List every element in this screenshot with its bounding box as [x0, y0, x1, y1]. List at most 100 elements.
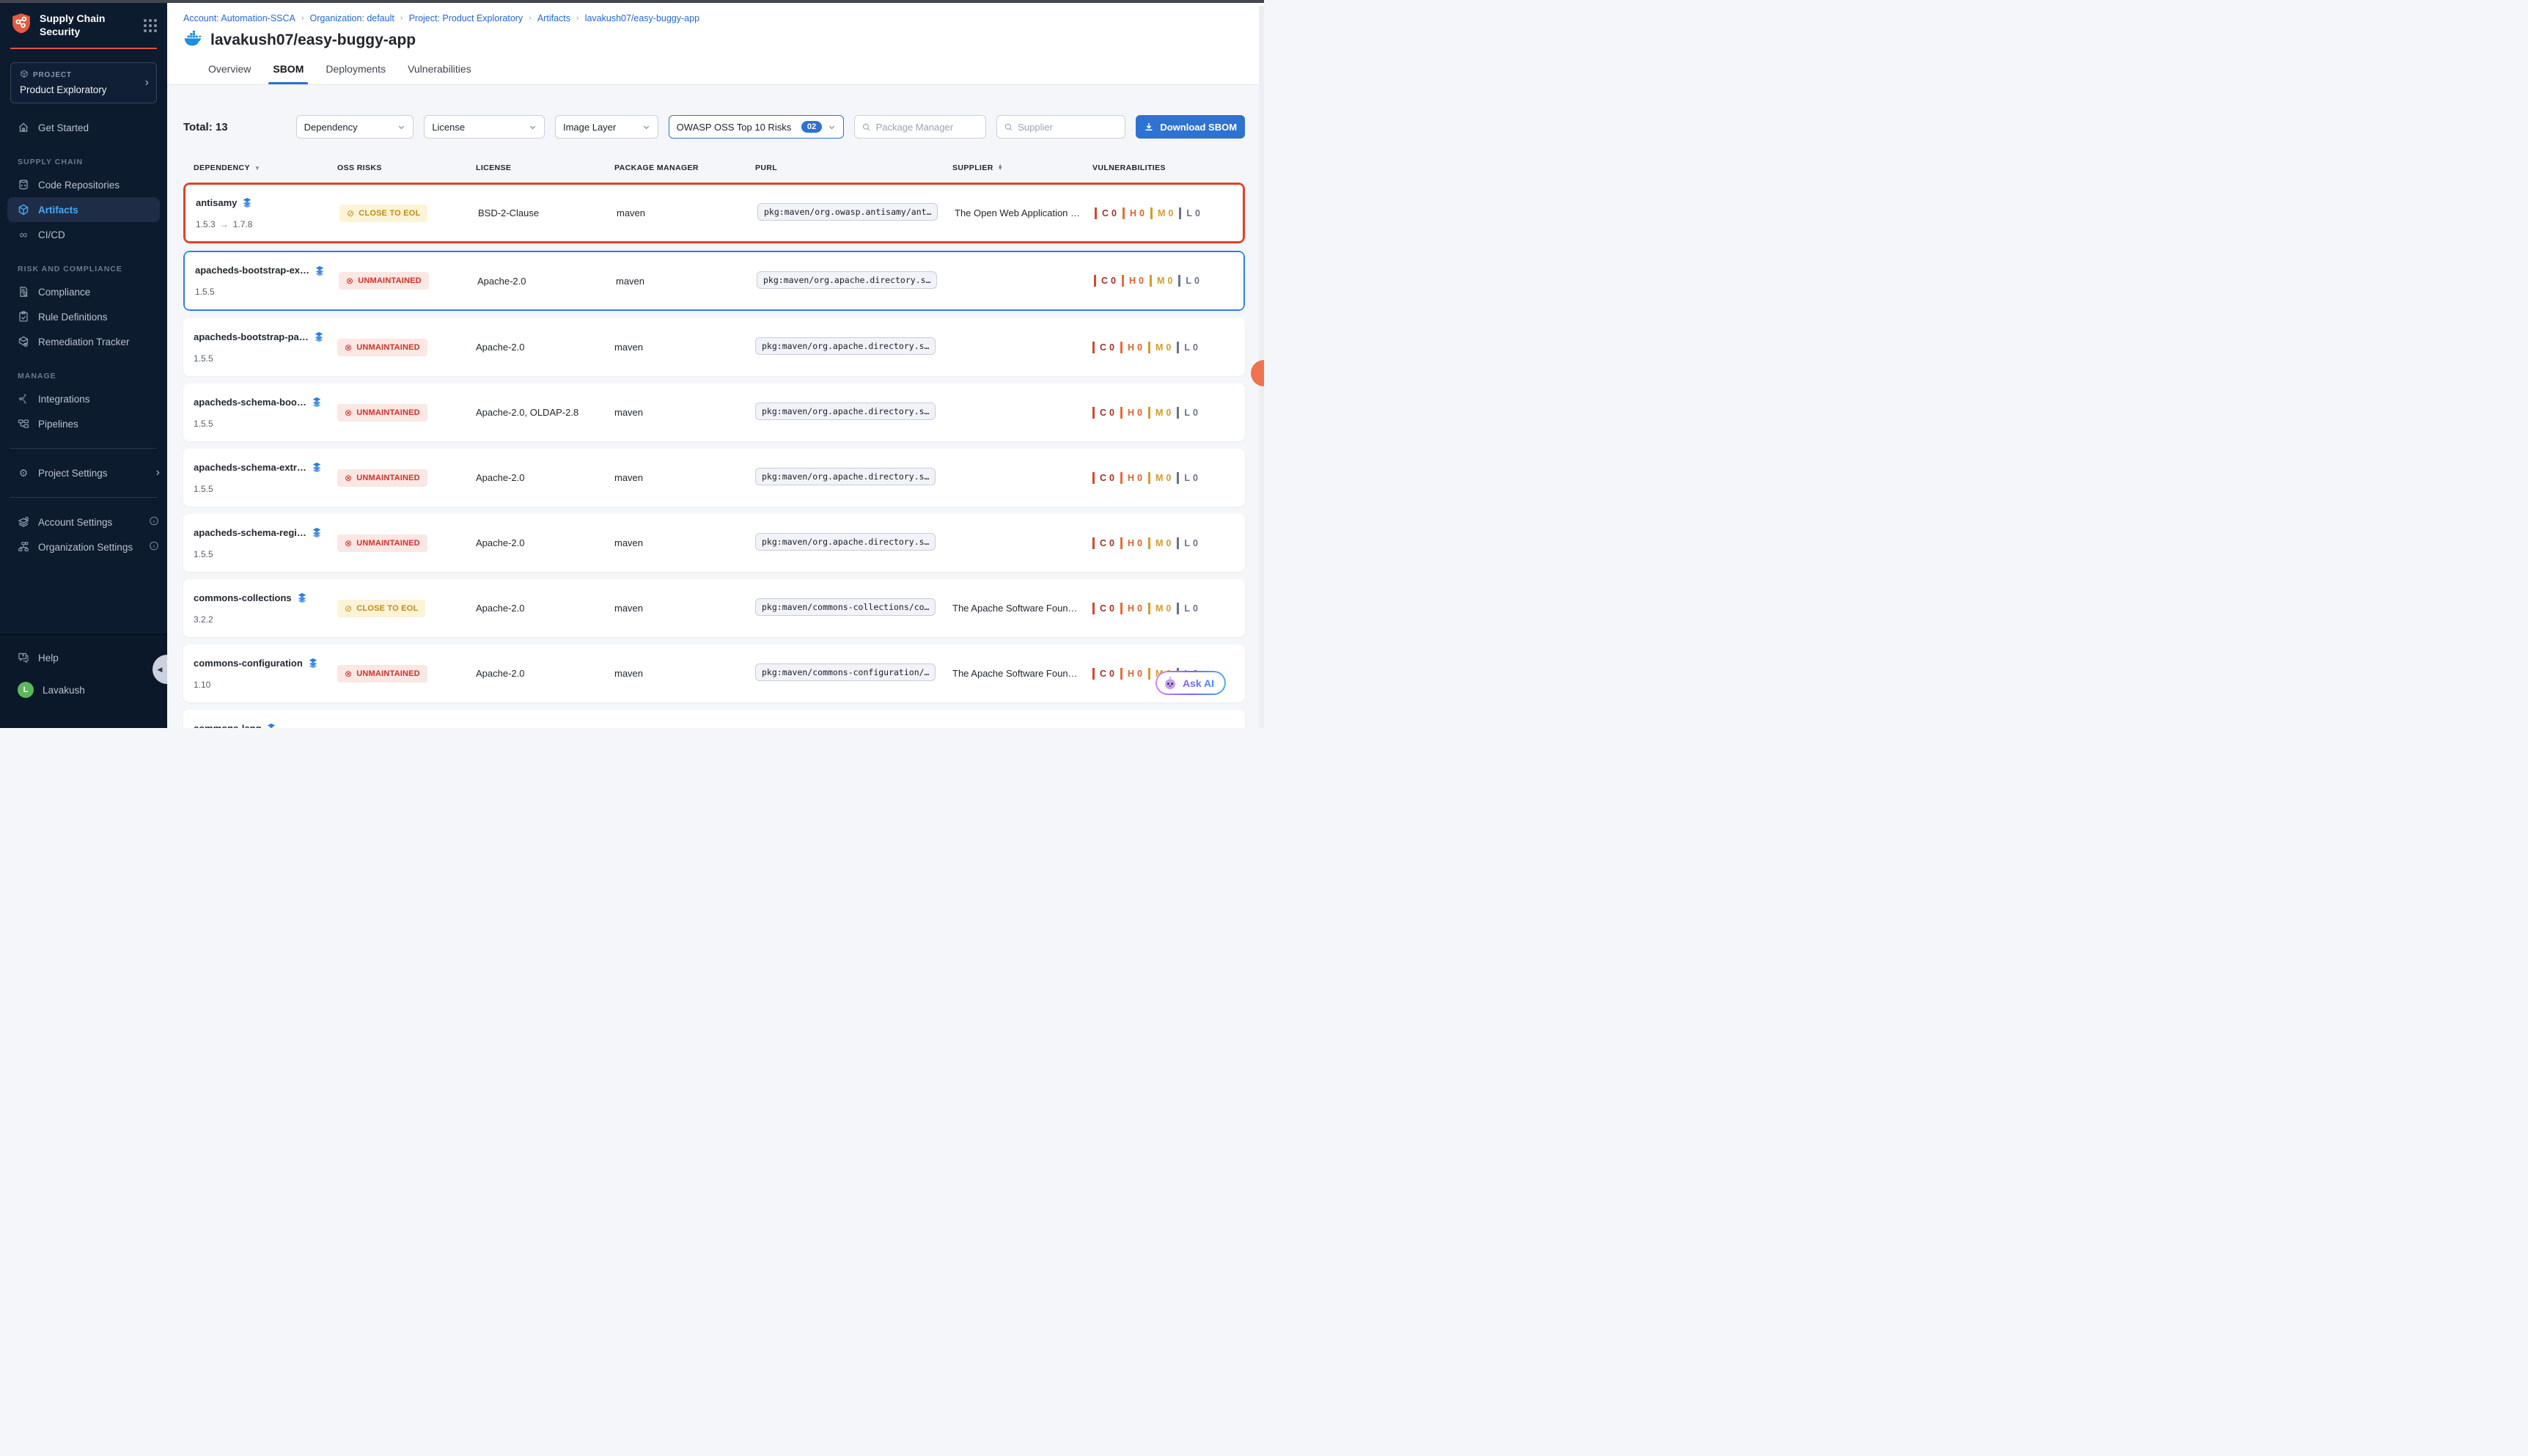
sidebar-item-cicd[interactable]: ∞ CI/CD [0, 222, 167, 247]
supplier-value: The Apache Software Foun… [952, 603, 1092, 614]
column-package-manager: PACKAGE MANAGER [614, 163, 755, 172]
sidebar-item-label: Compliance [38, 287, 90, 298]
table-row[interactable]: commons-configuration 1.10 ⊗UNMAINTAINED… [183, 644, 1245, 702]
table-row[interactable]: apacheds-schema-regi… 1.5.5 ⊗UNMAINTAINE… [183, 514, 1245, 572]
layers-icon[interactable] [312, 397, 322, 407]
owasp-risks-filter-dropdown[interactable]: OWASP OSS Top 10 Risks 02 [669, 115, 844, 139]
oss-risk-badge: ⊘CLOSE TO EOL [339, 205, 427, 222]
sidebar-item-account-settings[interactable]: Account Settings [0, 510, 167, 534]
sidebar-item-integrations[interactable]: Integrations [0, 386, 167, 411]
table-row[interactable]: apacheds-schema-boo… 1.5.5 ⊗UNMAINTAINED… [183, 383, 1245, 441]
tab-sbom[interactable]: SBOM [273, 54, 304, 84]
oss-risk-badge: ⊗UNMAINTAINED [337, 339, 427, 356]
license-value: BSD-2-Clause [478, 207, 617, 218]
purl-value[interactable]: pkg:maven/org.apache.directory.s… [755, 337, 936, 355]
sidebar-item-get-started[interactable]: Get Started [0, 115, 167, 140]
user-menu[interactable]: L Lavakush [0, 677, 167, 702]
tab-vulnerabilities[interactable]: Vulnerabilities [408, 54, 471, 84]
breadcrumb-account[interactable]: Account: Automation-SSCA [183, 13, 295, 23]
box-wrench-icon [18, 336, 29, 348]
license-value: Apache-2.0 [476, 537, 614, 548]
sidebar-item-remediation-tracker[interactable]: Remediation Tracker [0, 329, 167, 354]
sidebar: Supply Chain Security PROJECT Product Ex… [0, 0, 167, 728]
info-icon[interactable] [148, 541, 160, 553]
purl-value[interactable]: pkg:maven/org.apache.directory.s… [755, 468, 936, 485]
breadcrumb-project[interactable]: Project: Product Exploratory [409, 13, 523, 23]
table-row[interactable]: apacheds-bootstrap-pa… 1.5.5 ⊗UNMAINTAIN… [183, 318, 1245, 376]
sidebar-divider [10, 497, 157, 498]
layers-icon[interactable] [314, 331, 324, 342]
package-manager-value: maven [614, 537, 755, 548]
purl-value[interactable]: pkg:maven/commons-configuration/… [755, 663, 936, 681]
layers-icon[interactable] [297, 592, 307, 603]
docker-icon [183, 30, 203, 50]
search-icon [862, 122, 870, 132]
tab-bar: Overview SBOM Deployments Vulnerabilitie… [167, 54, 1264, 85]
document-search-icon [18, 286, 29, 298]
license-value: Apache-2.0 [476, 668, 614, 679]
license-value: Apache-2.0 [477, 276, 616, 287]
sidebar-item-pipelines[interactable]: Pipelines [0, 411, 167, 436]
chevron-down-icon [397, 123, 405, 131]
purl-value[interactable]: pkg:maven/org.apache.directory.s… [757, 271, 937, 289]
package-manager-search-input[interactable] [876, 122, 978, 133]
layers-icon[interactable] [308, 658, 318, 668]
download-icon [1144, 122, 1154, 132]
oss-risk-badge: ⊘CLOSE TO EOL [337, 600, 425, 617]
chevron-right-icon: › [156, 466, 160, 479]
layers-icon[interactable] [242, 197, 252, 207]
sidebar-item-artifacts[interactable]: Artifacts [7, 197, 160, 222]
breadcrumb-separator: › [529, 14, 532, 23]
layers-icon[interactable] [312, 462, 322, 472]
infinity-icon: ∞ [18, 229, 29, 241]
tab-overview[interactable]: Overview [208, 54, 251, 84]
supplier-search-input[interactable] [1018, 122, 1117, 133]
sidebar-item-label: Integrations [38, 394, 90, 405]
shield-logo-icon [10, 12, 32, 39]
breadcrumb-separator: › [301, 14, 304, 23]
layers-icon[interactable] [312, 527, 322, 537]
table-row[interactable]: commons-collections 3.2.2 ⊘CLOSE TO EOL … [183, 579, 1245, 637]
layers-icon[interactable] [266, 723, 276, 728]
ask-ai-button[interactable]: Ask AI [1155, 671, 1226, 695]
user-name: Lavakush [43, 685, 85, 696]
breadcrumb-artifacts[interactable]: Artifacts [537, 13, 570, 23]
project-selector[interactable]: PROJECT Product Exploratory › [10, 62, 157, 103]
layers-icon[interactable] [315, 265, 325, 276]
sidebar-item-project-settings[interactable]: ⚙ Project Settings › [0, 460, 167, 485]
column-purl: PURL [755, 163, 952, 172]
column-supplier[interactable]: SUPPLIER▲▼ [952, 163, 1092, 172]
purl-value[interactable]: pkg:maven/org.owasp.antisamy/ant… [757, 203, 938, 221]
sidebar-item-help[interactable]: Help [0, 645, 167, 670]
purl-value[interactable]: pkg:maven/commons-collections/co… [755, 598, 936, 616]
purl-value[interactable]: pkg:maven/org.apache.directory.s… [755, 533, 936, 551]
purl-value[interactable]: pkg:maven/org.apache.directory.s… [755, 402, 936, 420]
license-filter-dropdown[interactable]: License [424, 115, 545, 139]
table-row[interactable]: antisamy 1.5.3→1.7.8 ⊘CLOSE TO EOL BSD-2… [185, 185, 1243, 241]
sidebar-item-label: Code Repositories [38, 180, 120, 191]
sidebar-item-code-repositories[interactable]: Code Repositories [0, 172, 167, 197]
breadcrumb-organization[interactable]: Organization: default [310, 13, 394, 23]
table-row[interactable]: commons-lang 2.6 ⊗UNMAINTAINED Apache-2.… [183, 710, 1245, 728]
image-layer-filter-dropdown[interactable]: Image Layer [555, 115, 658, 139]
sidebar-item-compliance[interactable]: Compliance [0, 279, 167, 304]
app-window: Supply Chain Security PROJECT Product Ex… [0, 0, 1264, 728]
breadcrumb-artifact-name[interactable]: lavakush07/easy-buggy-app [585, 13, 699, 23]
info-icon[interactable] [148, 516, 160, 528]
table-row[interactable]: apacheds-schema-extr… 1.5.5 ⊗UNMAINTAINE… [183, 449, 1245, 507]
tab-deployments[interactable]: Deployments [326, 54, 386, 84]
column-oss-risks: OSS RISKS [337, 163, 476, 172]
sidebar-item-rule-definitions[interactable]: Rule Definitions [0, 304, 167, 329]
dependency-filter-dropdown[interactable]: Dependency [296, 115, 414, 139]
table-row[interactable]: apacheds-bootstrap-ex… 1.5.5 ⊗UNMAINTAIN… [185, 252, 1243, 309]
filter-bar: Total: 13 Dependency License Image Layer… [183, 115, 1245, 139]
sidebar-item-organization-settings[interactable]: Organization Settings [0, 534, 167, 559]
window-top-strip [0, 0, 1264, 3]
column-dependency[interactable]: DEPENDENCY▼ [194, 163, 337, 172]
sbom-table: antisamy 1.5.3→1.7.8 ⊘CLOSE TO EOL BSD-2… [183, 183, 1245, 728]
org-gear-icon [18, 541, 29, 553]
module-grid-icon[interactable] [144, 19, 157, 32]
download-sbom-button[interactable]: Download SBOM [1136, 115, 1245, 139]
avatar: L [18, 682, 34, 698]
vulnerability-counts: C0 H0 M0 L0 [1094, 275, 1243, 287]
